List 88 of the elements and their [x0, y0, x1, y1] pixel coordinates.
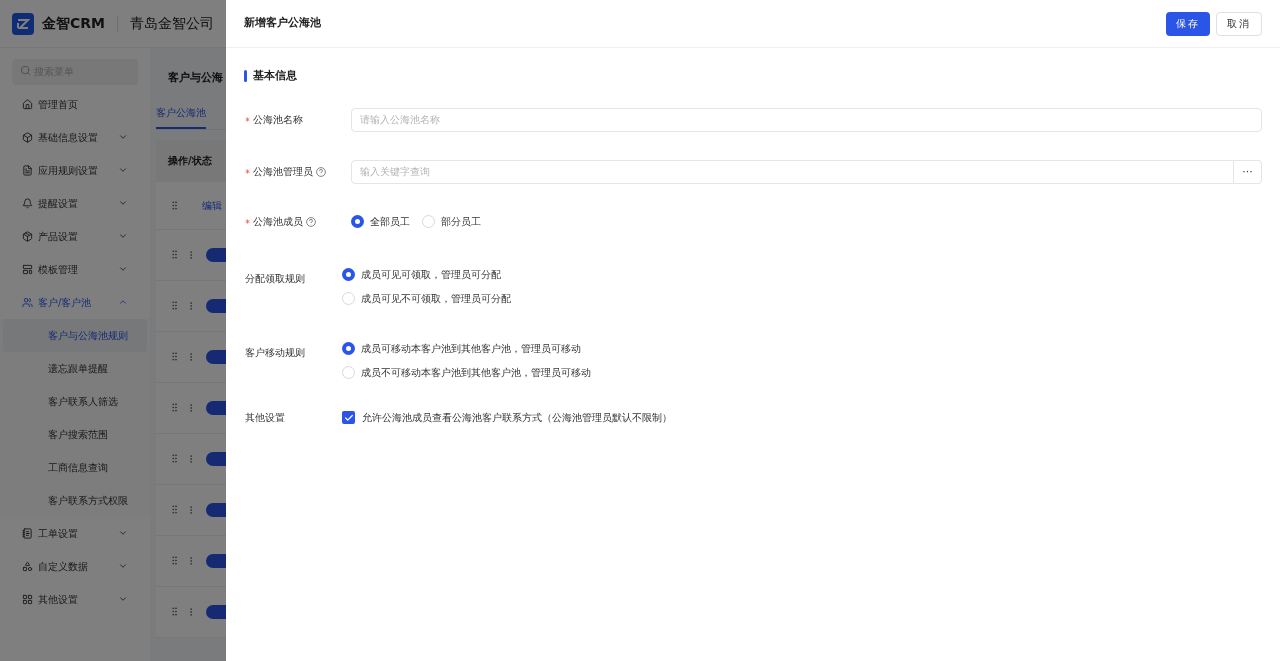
page-title: 客户与公海 [167, 70, 224, 86]
document-icon [22, 164, 33, 176]
edit-link[interactable]: 编辑 [202, 197, 222, 213]
logo-icon [12, 12, 34, 35]
radio-button[interactable] [342, 292, 355, 305]
drag-handle-icon [169, 249, 180, 260]
toggle-switch[interactable] [206, 247, 226, 262]
notebook-icon [22, 527, 33, 539]
submenu-item[interactable]: 客户搜索范围 [3, 417, 147, 451]
drag-handle-icon [169, 300, 180, 311]
radio-label: 成员不可移动本客户池到其他客户池，管理员可移动 [361, 366, 591, 380]
radio-button[interactable] [342, 268, 355, 281]
field-label: 公海池成员 [253, 215, 303, 229]
sidebar-item[interactable]: 工单设置 [0, 516, 150, 550]
radio-label: 成员可移动本客户池到其他客户池，管理员可移动 [361, 342, 581, 356]
field-label: 公海池管理员 [253, 165, 313, 179]
chevron-down-icon [118, 264, 128, 274]
drawer-title: 新增客户公海池 [244, 15, 322, 32]
chevron-up-icon [118, 297, 128, 307]
checkbox-label: 允许公海池成员查看公海池客户联系方式（公海池管理员默认不限制） [362, 411, 672, 425]
toggle-switch[interactable] [206, 502, 226, 517]
drag-handle-icon [169, 555, 180, 566]
drag-handle-icon [169, 199, 180, 211]
section-title: 基本信息 [253, 68, 297, 84]
drag-handle-icon [169, 606, 180, 617]
sidebar-item[interactable]: 客户/客户池 [0, 285, 150, 319]
drag-handle-icon [169, 504, 180, 515]
toggle-switch[interactable] [206, 451, 226, 466]
chevron-down-icon [118, 528, 128, 538]
chevron-down-icon [118, 561, 128, 571]
cube-icon [22, 131, 33, 143]
name-input[interactable]: 请输入公海池名称 [351, 107, 1262, 132]
radio-label: 成员可见可领取，管理员可分配 [361, 268, 501, 282]
radio-button[interactable] [342, 342, 355, 355]
submenu-item[interactable]: 工商信息查询 [3, 450, 147, 484]
home-icon [22, 98, 33, 110]
help-icon[interactable] [316, 166, 326, 177]
sidebar-item[interactable]: 管理首页 [0, 87, 150, 121]
grid-icon [22, 593, 33, 605]
chevron-down-icon [118, 231, 128, 241]
submenu-item[interactable]: 客户与公海池规则 [3, 318, 147, 352]
save-button[interactable]: 保存 [1166, 11, 1210, 36]
checkbox[interactable] [342, 411, 355, 424]
toggle-switch[interactable] [206, 553, 226, 568]
submenu-item[interactable]: 客户联系人筛选 [3, 384, 147, 418]
search-icon [20, 65, 31, 76]
chevron-down-icon [118, 594, 128, 604]
template-icon [22, 263, 33, 275]
cancel-button[interactable]: 取消 [1216, 11, 1262, 36]
shapes-icon [22, 560, 33, 572]
bell-icon [22, 197, 33, 209]
radio-label: 成员可见不可领取，管理员可分配 [361, 292, 511, 306]
radio-label: 全部员工 [370, 215, 410, 229]
chevron-down-icon [118, 198, 128, 208]
submenu-item[interactable]: 遗忘跟单提醒 [3, 351, 147, 385]
chevron-down-icon [118, 132, 128, 142]
sidebar-item[interactable]: 产品设置 [0, 219, 150, 253]
toggle-switch[interactable] [206, 400, 226, 415]
chevron-down-icon [118, 165, 128, 175]
drag-handle-icon [169, 453, 180, 464]
sidebar-item[interactable]: 自定义数据 [0, 549, 150, 583]
field-label: 其他设置 [245, 411, 285, 425]
radio-button[interactable] [342, 366, 355, 379]
field-label: 客户移动规则 [245, 345, 305, 360]
toggle-switch[interactable] [206, 604, 226, 619]
sidebar-item[interactable]: 模板管理 [0, 252, 150, 286]
toggle-switch[interactable] [206, 298, 226, 313]
app-name: 金智CRM [42, 14, 105, 33]
cube-icon [22, 230, 33, 242]
search-input[interactable]: 输入关键字查询 [351, 159, 1234, 184]
drag-handle-icon [169, 402, 180, 413]
sidebar-item[interactable]: 基础信息设置 [0, 120, 150, 154]
company-name: 青岛金智公司 [130, 14, 214, 33]
drag-handle-icon [169, 351, 180, 362]
sidebar-item[interactable]: 提醒设置 [0, 186, 150, 220]
tab[interactable]: 客户公海池 [156, 104, 206, 129]
radio-label: 部分员工 [441, 215, 481, 229]
radio-button[interactable] [422, 215, 435, 228]
users-icon [22, 296, 33, 308]
sidebar-item[interactable]: 应用规则设置 [0, 153, 150, 187]
help-icon[interactable] [306, 216, 316, 227]
submenu-item[interactable]: 客户联系方式权限 [3, 483, 147, 517]
field-label: 分配领取规则 [245, 271, 305, 286]
more-button[interactable]: ··· [1234, 159, 1262, 184]
radio-button[interactable] [351, 215, 364, 228]
field-label: 公海池名称 [253, 113, 303, 127]
toggle-switch[interactable] [206, 349, 226, 364]
sidebar-item[interactable]: 其他设置 [0, 582, 150, 616]
